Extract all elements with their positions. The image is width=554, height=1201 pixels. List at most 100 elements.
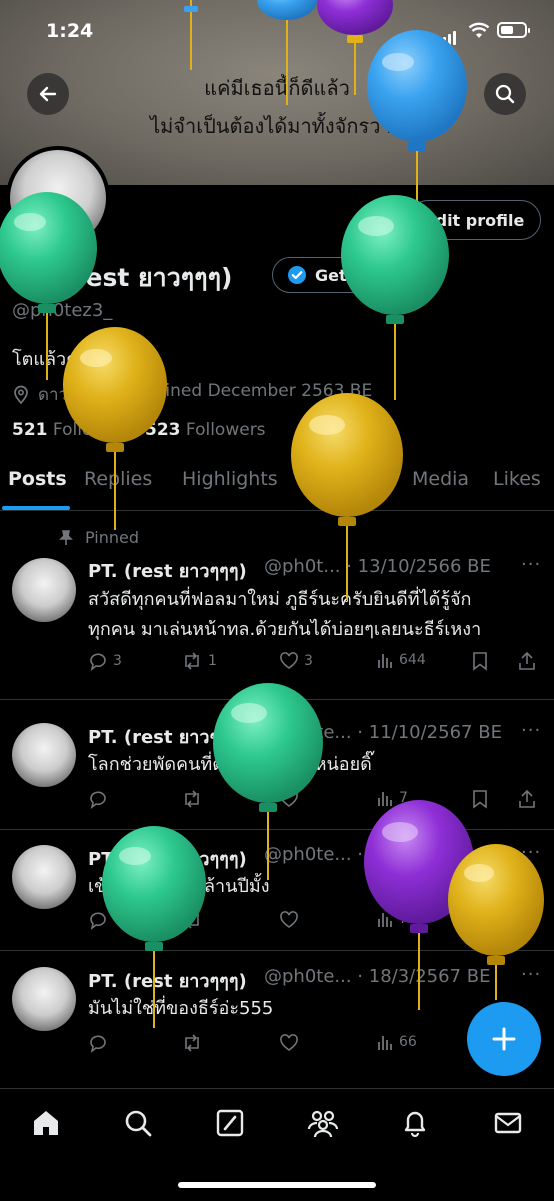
- nav-grok[interactable]: [214, 1107, 246, 1143]
- post-author-name[interactable]: PT. (rest ยาวๆๆๆ): [88, 556, 247, 585]
- tab-replies[interactable]: Replies: [84, 468, 152, 490]
- nav-search[interactable]: [122, 1107, 154, 1143]
- search-icon: [125, 1110, 152, 1137]
- get-verified-button[interactable]: Get verified: [272, 257, 426, 293]
- post-text: สวัสดีทุกคนที่ฟอลมาใหม่ ภูธีร์นะครับยินด…: [88, 585, 538, 645]
- bookmark-icon: [473, 790, 487, 809]
- like-count: 3: [304, 653, 313, 669]
- compose-post-button[interactable]: [467, 1002, 541, 1076]
- post-author-name[interactable]: PT. (rest ยาวๆๆๆ): [88, 844, 247, 873]
- views-chart-icon: [378, 654, 392, 668]
- reply-icon: [90, 791, 106, 809]
- share-button[interactable]: [517, 651, 542, 671]
- nav-communities[interactable]: [306, 1107, 340, 1143]
- share-button[interactable]: [517, 789, 542, 809]
- battery-icon: [497, 22, 530, 38]
- reply-icon: [90, 912, 106, 930]
- like-button[interactable]: [279, 910, 304, 930]
- post-handle-date: @ph0te... · 11/10/2567 BE: [264, 844, 502, 865]
- bookmark-icon: [473, 652, 487, 671]
- profile-handle: @ph0tez3_: [12, 300, 113, 321]
- tab-articles[interactable]: Articles: [311, 468, 382, 490]
- status-time: 1:24: [46, 20, 94, 42]
- heart-icon: [280, 652, 298, 669]
- profile-location: ดาวเสาร์: [12, 381, 103, 408]
- following-link[interactable]: 521 Following: [12, 420, 133, 440]
- status-bar: 1:24: [0, 0, 554, 64]
- repost-button[interactable]: [181, 910, 208, 930]
- views-button[interactable]: 7: [376, 789, 408, 807]
- repost-button[interactable]: 1: [181, 651, 217, 671]
- tab-likes[interactable]: Likes: [493, 468, 541, 490]
- heart-icon: [280, 1034, 298, 1051]
- tab-media[interactable]: Media: [412, 468, 469, 490]
- like-button[interactable]: [279, 1033, 304, 1053]
- reply-button[interactable]: [88, 910, 113, 930]
- nav-notifications[interactable]: [399, 1107, 431, 1143]
- home-indicator: [178, 1182, 376, 1188]
- post-handle-date: @ph0te... · 18/3/2567 BE: [264, 966, 491, 987]
- banner-text-line1: แค่มีเธอนี้ก็ดีแล้ว: [204, 76, 350, 100]
- share-icon: [519, 651, 535, 670]
- pinned-indicator: Pinned: [59, 528, 139, 547]
- post-author-name[interactable]: PT. (rest ยาวๆๆๆ): [88, 966, 247, 995]
- post-more-button[interactable]: ···: [521, 554, 541, 575]
- profile-avatar[interactable]: [6, 146, 110, 250]
- avatar[interactable]: [12, 558, 76, 622]
- views-button[interactable]: 7: [376, 910, 408, 928]
- like-button[interactable]: [279, 789, 304, 809]
- edit-profile-button[interactable]: Edit profile: [408, 200, 541, 240]
- repost-icon: [185, 652, 199, 670]
- post-text: โลกช่วยพัดคนที่ตรงๆสเปคมาหน่อยดิ๊: [88, 754, 372, 775]
- views-count: 66: [399, 1034, 417, 1050]
- repost-button[interactable]: [181, 789, 208, 809]
- reply-button[interactable]: 3: [88, 651, 122, 671]
- joined-text: Joined December 2563 BE: [150, 381, 373, 401]
- post-more-button[interactable]: ···: [521, 842, 541, 863]
- post-author-name[interactable]: PT. (rest ยาวๆๆๆ): [88, 722, 247, 751]
- bookmark-button[interactable]: [471, 789, 494, 809]
- bookmark-button[interactable]: [471, 910, 494, 930]
- following-count: 521: [12, 420, 48, 440]
- views-chart-icon: [378, 1036, 392, 1050]
- arrow-left-icon: [39, 86, 57, 102]
- views-chart-icon: [378, 792, 392, 806]
- views-chart-icon: [378, 913, 392, 927]
- signal-icon: [438, 26, 458, 45]
- tab-highlights[interactable]: Highlights: [182, 468, 278, 490]
- get-verified-label: Get verified: [315, 265, 422, 285]
- nav-messages[interactable]: [492, 1107, 524, 1143]
- nav-home[interactable]: [30, 1107, 62, 1143]
- plus-icon: [492, 1027, 516, 1051]
- post-text: มันไม่ใช่ที่ของธีร์อ่ะ555: [88, 998, 274, 1019]
- reply-icon: [90, 1035, 106, 1053]
- reply-button[interactable]: [88, 789, 113, 809]
- views-button[interactable]: 66: [376, 1033, 417, 1051]
- grok-icon: [216, 1109, 244, 1137]
- profile-bio: โตแล้วครับ: [12, 349, 100, 370]
- views-count: 7: [399, 911, 408, 927]
- views-button[interactable]: 644: [376, 651, 426, 669]
- tab-posts[interactable]: Posts: [8, 468, 67, 490]
- followers-link[interactable]: 523 Followers: [145, 420, 266, 440]
- search-button[interactable]: [484, 73, 526, 115]
- share-button[interactable]: [517, 910, 542, 930]
- post-text-line: ทุกคน มาเล่นหน้าทล.ด้วยกันได้บ่อยๆเลยนะธ…: [88, 619, 482, 640]
- bookmark-icon: [473, 911, 487, 930]
- pinned-label: Pinned: [85, 528, 140, 547]
- post-divider: [0, 699, 554, 700]
- bookmark-button[interactable]: [471, 651, 494, 671]
- post-more-button[interactable]: ···: [521, 720, 541, 741]
- following-label: Following: [52, 420, 133, 440]
- repost-button[interactable]: [181, 1033, 208, 1053]
- back-button[interactable]: [27, 73, 69, 115]
- profile-name: PT. (rest ยาวๆๆๆ): [12, 263, 233, 292]
- reply-button[interactable]: [88, 1033, 113, 1053]
- post-more-button[interactable]: ···: [521, 964, 541, 985]
- like-button[interactable]: 3: [279, 651, 313, 671]
- views-count: 7: [399, 790, 408, 806]
- avatar[interactable]: [12, 967, 76, 1031]
- avatar[interactable]: [12, 723, 76, 787]
- post-divider: [0, 950, 554, 951]
- avatar[interactable]: [12, 845, 76, 909]
